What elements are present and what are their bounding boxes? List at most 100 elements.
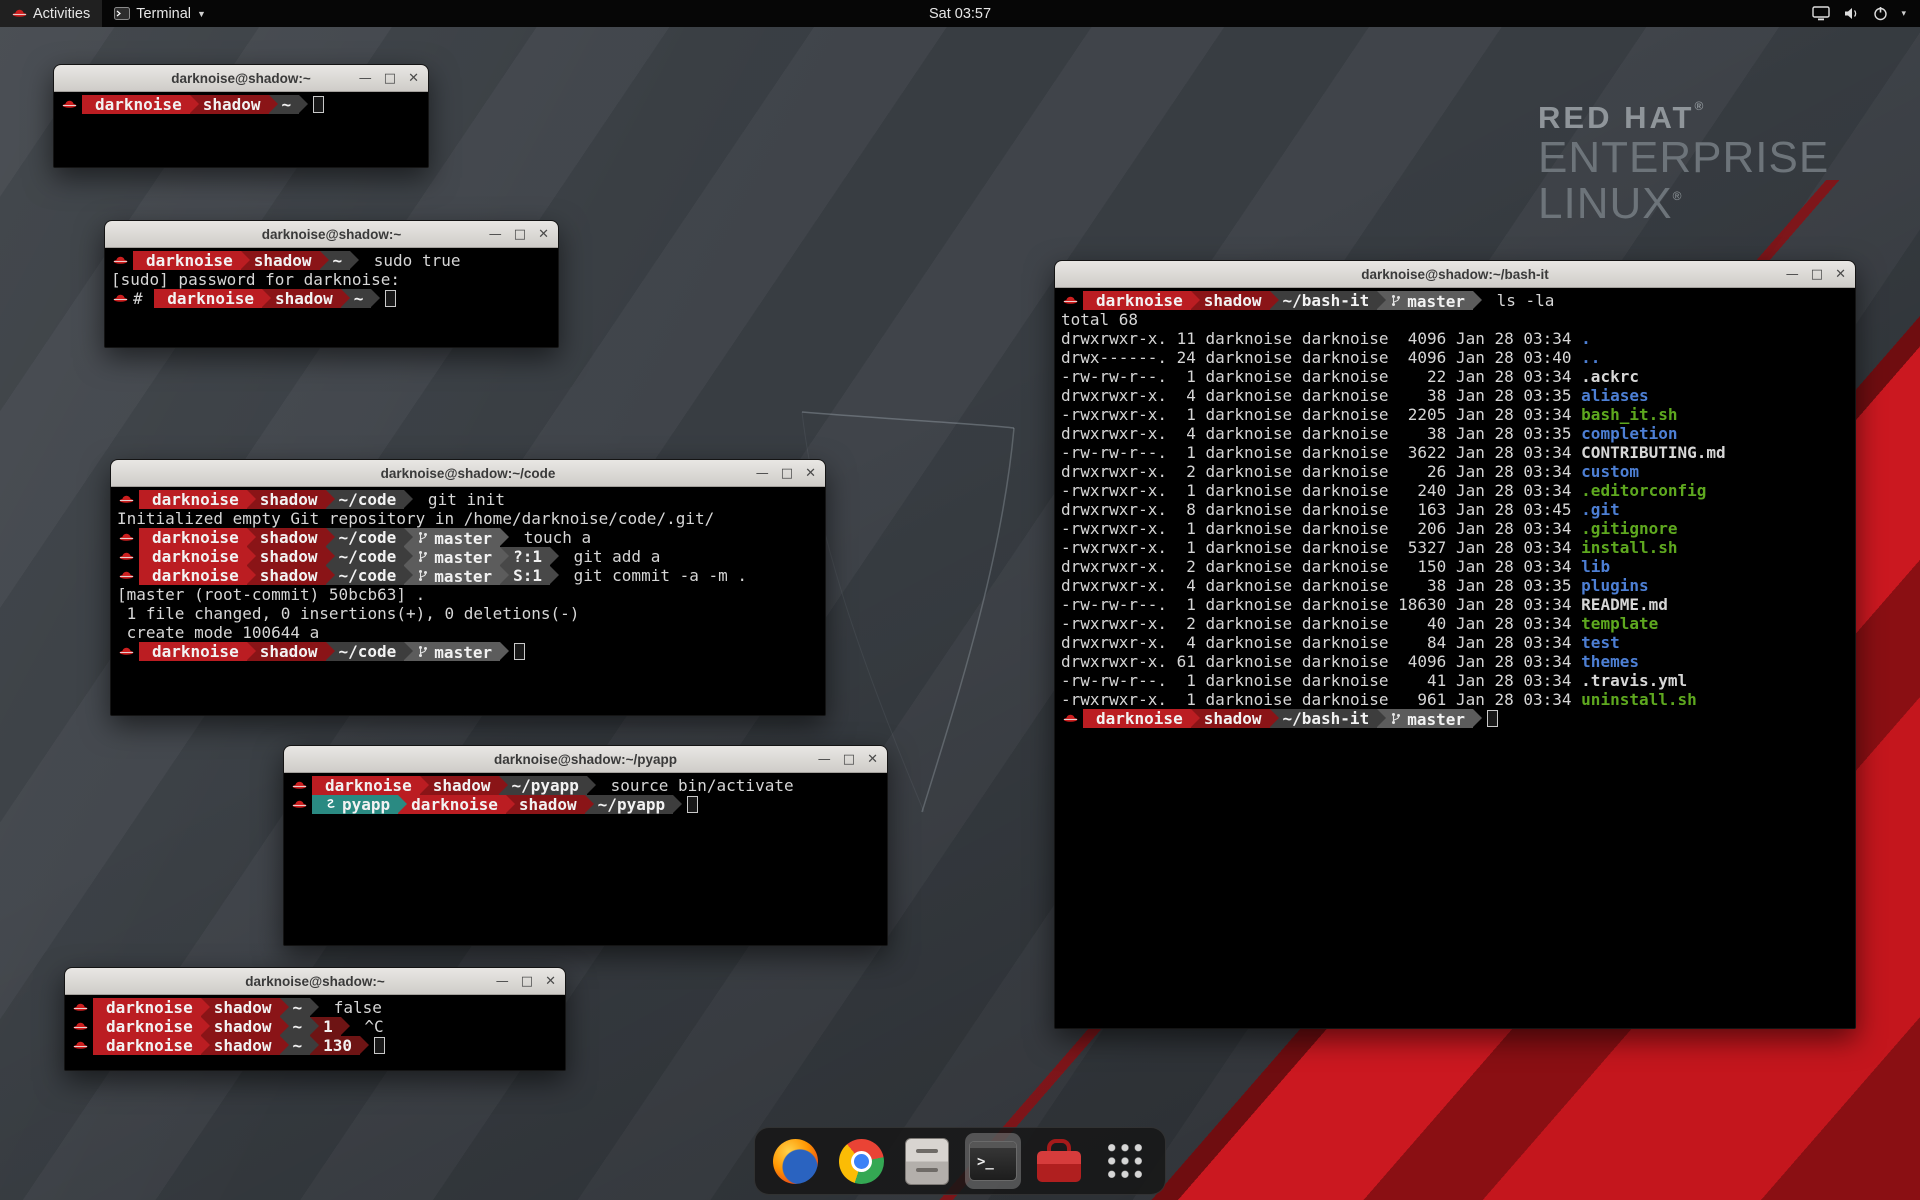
dock-toolbox[interactable] [1031, 1133, 1087, 1189]
prompt-segment: ~/code [326, 566, 405, 585]
output-line: -rwxrwxr-x. 1 darknoise darknoise 5327 J… [1061, 538, 1849, 557]
output-line: drwxrwxr-x. 2 darknoise darknoise 150 Ja… [1061, 557, 1849, 576]
redhat-icon [73, 1020, 88, 1033]
terminal-window: darknoise@shadow:~ — □ ✕ darknoiseshadow… [53, 64, 429, 168]
dock-app-grid[interactable] [1097, 1133, 1153, 1189]
terminal-content[interactable]: darknoiseshadow~/pyapp source bin/activa… [284, 773, 887, 945]
maximize-button[interactable]: □ [1811, 268, 1823, 281]
chrome-icon [839, 1139, 884, 1184]
window-titlebar[interactable]: darknoise@shadow:~ — □ ✕ [65, 968, 565, 995]
close-button[interactable]: ✕ [805, 467, 816, 480]
file-name: aliases [1581, 386, 1648, 405]
prompt-segment: shadow [247, 566, 326, 585]
prompt-segment: shadow [241, 251, 320, 270]
close-button[interactable]: ✕ [1835, 268, 1846, 281]
toolbox-icon [1036, 1138, 1082, 1184]
clock[interactable]: Sat 03:57 [919, 0, 1001, 27]
terminal-icon [114, 7, 130, 20]
dock-chrome[interactable] [833, 1133, 889, 1189]
maximize-button[interactable]: □ [843, 753, 855, 766]
close-button[interactable]: ✕ [867, 753, 878, 766]
window-title: darknoise@shadow:~ [245, 974, 385, 989]
window-titlebar[interactable]: darknoise@shadow:~/bash-it — □ ✕ [1055, 261, 1855, 288]
terminal-content[interactable]: darknoiseshadow~ [54, 92, 428, 167]
git-branch-icon [1390, 294, 1402, 307]
file-name: uninstall.sh [1581, 690, 1697, 709]
file-name: .ackrc [1581, 367, 1639, 386]
prompt-line: darknoiseshadow~1 ^C [71, 1017, 559, 1036]
prompt-line: darknoiseshadow~/codemaster touch a [117, 528, 819, 547]
minimize-button[interactable]: — [818, 753, 831, 766]
prompt-segment: ~/pyapp [499, 776, 587, 795]
output-line: Initialized empty Git repository in /hom… [117, 509, 819, 528]
system-menu[interactable]: ▾ [1802, 0, 1916, 27]
redhat-icon [62, 98, 77, 111]
minimize-button[interactable]: — [359, 72, 372, 85]
prompt-line: darknoiseshadow~/codemaster?:1 git add a [117, 547, 819, 566]
window-title: darknoise@shadow:~ [262, 227, 402, 242]
terminal-content[interactable]: darknoiseshadow~/code git initInitialize… [111, 487, 825, 715]
minimize-button[interactable]: — [1786, 268, 1799, 281]
git-branch-icon [417, 569, 429, 582]
dock-files[interactable] [899, 1133, 955, 1189]
terminal-content[interactable]: darknoiseshadow~/bash-itmaster ls -latot… [1055, 288, 1855, 1028]
minimize-button[interactable]: — [496, 975, 509, 988]
prompt-segment: shadow [247, 642, 326, 661]
window-titlebar[interactable]: darknoise@shadow:~/pyapp — □ ✕ [284, 746, 887, 773]
prompt-line: darknoiseshadow~ sudo true [111, 251, 552, 270]
activities-button[interactable]: Activities [0, 0, 102, 27]
output-line: drwxrwxr-x. 11 darknoise darknoise 4096 … [1061, 329, 1849, 348]
branding-line2: ENTERPRISE [1538, 135, 1829, 181]
minimize-button[interactable]: — [756, 467, 769, 480]
redhat-icon [119, 550, 134, 563]
terminal-cursor [313, 96, 324, 113]
prompt-segment: darknoise [312, 776, 420, 795]
dock-terminal[interactable] [965, 1133, 1021, 1189]
maximize-button[interactable]: □ [521, 975, 533, 988]
window-title: darknoise@shadow:~ [171, 71, 311, 86]
prompt-segment: darknoise [139, 642, 247, 661]
redhat-icon [292, 798, 307, 811]
terminal-cursor [374, 1037, 385, 1054]
output-line: drwxrwxr-x. 4 darknoise darknoise 38 Jan… [1061, 424, 1849, 443]
prompt-line: darknoiseshadow~/codemaster [117, 642, 819, 661]
prompt-line: darknoiseshadow~ false [71, 998, 559, 1017]
maximize-button[interactable]: □ [514, 228, 526, 241]
close-button[interactable]: ✕ [408, 72, 419, 85]
output-line: drwx------. 24 darknoise darknoise 4096 … [1061, 348, 1849, 367]
prompt-segment: master [1377, 291, 1473, 310]
file-name: custom [1581, 462, 1639, 481]
prompt-segment: darknoise [139, 566, 247, 585]
output-line: drwxrwxr-x. 4 darknoise darknoise 38 Jan… [1061, 386, 1849, 405]
terminal-content[interactable]: darknoiseshadow~ sudo true[sudo] passwor… [105, 248, 558, 347]
app-menu[interactable]: Terminal ▼ [102, 0, 218, 27]
close-button[interactable]: ✕ [545, 975, 556, 988]
window-titlebar[interactable]: darknoise@shadow:~/code — □ ✕ [111, 460, 825, 487]
minimize-button[interactable]: — [489, 228, 502, 241]
maximize-button[interactable]: □ [781, 467, 793, 480]
window-titlebar[interactable]: darknoise@shadow:~ — □ ✕ [105, 221, 558, 248]
redhat-icon [119, 569, 134, 582]
prompt-segment: darknoise [1083, 709, 1191, 728]
maximize-button[interactable]: □ [384, 72, 396, 85]
prompt-segment: master [404, 547, 500, 566]
output-line: total 68 [1061, 310, 1849, 329]
prompt-segment: shadow [1191, 709, 1270, 728]
prompt-segment: master [404, 642, 500, 661]
prompt-segment: darknoise [139, 528, 247, 547]
git-branch-icon [417, 550, 429, 563]
output-line: drwxrwxr-x. 2 darknoise darknoise 26 Jan… [1061, 462, 1849, 481]
dock-firefox[interactable] [767, 1133, 823, 1189]
terminal-cursor [385, 290, 396, 307]
window-title: darknoise@shadow:~/pyapp [494, 752, 677, 767]
prompt-segment: darknoise [139, 490, 247, 509]
prompt-segment: shadow [190, 95, 269, 114]
prompt-line: darknoiseshadow~ [60, 95, 422, 114]
close-button[interactable]: ✕ [538, 228, 549, 241]
terminal-content[interactable]: darknoiseshadow~ falsedarknoiseshadow~1 … [65, 995, 565, 1070]
terminal-window: darknoise@shadow:~/pyapp — □ ✕ darknoise… [283, 745, 888, 946]
prompt-segment: darknoise [1083, 291, 1191, 310]
git-branch-icon [1390, 712, 1402, 725]
prompt-line: darknoiseshadow~/pyapp source bin/activa… [290, 776, 881, 795]
window-titlebar[interactable]: darknoise@shadow:~ — □ ✕ [54, 65, 428, 92]
